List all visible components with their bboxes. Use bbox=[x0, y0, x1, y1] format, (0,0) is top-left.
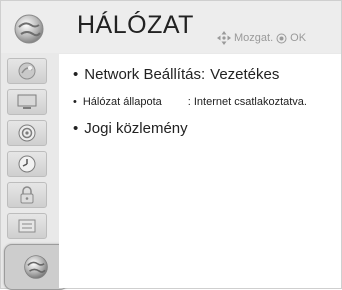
network-status-value: : Internet csatlakoztatva. bbox=[187, 96, 307, 108]
menu-header: HÁLÓZAT Mozgat. OK bbox=[1, 1, 341, 53]
network-icon bbox=[24, 255, 48, 279]
lock-icon bbox=[20, 186, 34, 204]
network-globe-icon bbox=[14, 14, 44, 44]
network-settings-value: Vezetékes bbox=[210, 66, 280, 83]
page-title: HÁLÓZAT bbox=[77, 11, 194, 39]
sidebar bbox=[1, 54, 68, 290]
legal-notice-label: Jogi közlemény bbox=[84, 120, 188, 137]
sidebar-item-audio[interactable] bbox=[7, 120, 47, 146]
clock-icon bbox=[18, 155, 36, 173]
picture-icon bbox=[18, 62, 36, 80]
options-icon bbox=[18, 219, 36, 233]
hint-ok-label: OK bbox=[290, 32, 307, 44]
display-icon bbox=[17, 94, 37, 109]
network-menu-panel: HÁLÓZAT Mozgat. OK • Network Beállítás: … bbox=[0, 0, 342, 290]
hint-move-label: Mozgat. bbox=[234, 32, 274, 44]
sidebar-item-picture[interactable] bbox=[7, 58, 47, 84]
bullet: • bbox=[73, 120, 79, 137]
bullet: • bbox=[73, 66, 79, 83]
menu-item-legal-notice[interactable]: • Jogi közlemény bbox=[73, 120, 188, 137]
sidebar-item-display[interactable] bbox=[7, 89, 47, 115]
network-settings-label: Network Beállítás: bbox=[84, 66, 206, 83]
sidebar-item-time[interactable] bbox=[7, 151, 47, 177]
move-arrows-icon bbox=[217, 31, 231, 45]
sidebar-item-options[interactable] bbox=[7, 213, 47, 239]
navigation-hint: Mozgat. OK bbox=[217, 31, 306, 45]
bullet: • bbox=[73, 96, 77, 108]
menu-item-network-settings[interactable]: • Network Beállítás: Vezetékes bbox=[73, 66, 279, 83]
ok-button-icon bbox=[276, 33, 287, 43]
audio-icon bbox=[18, 124, 36, 142]
network-status-label: Hálózat állapota bbox=[82, 96, 162, 108]
menu-content: • Network Beállítás: Vezetékes • Hálózat… bbox=[59, 54, 341, 288]
sidebar-item-lock[interactable] bbox=[7, 182, 47, 208]
menu-item-network-status[interactable]: • Hálózat állapota : Internet csatlakozt… bbox=[73, 96, 307, 108]
